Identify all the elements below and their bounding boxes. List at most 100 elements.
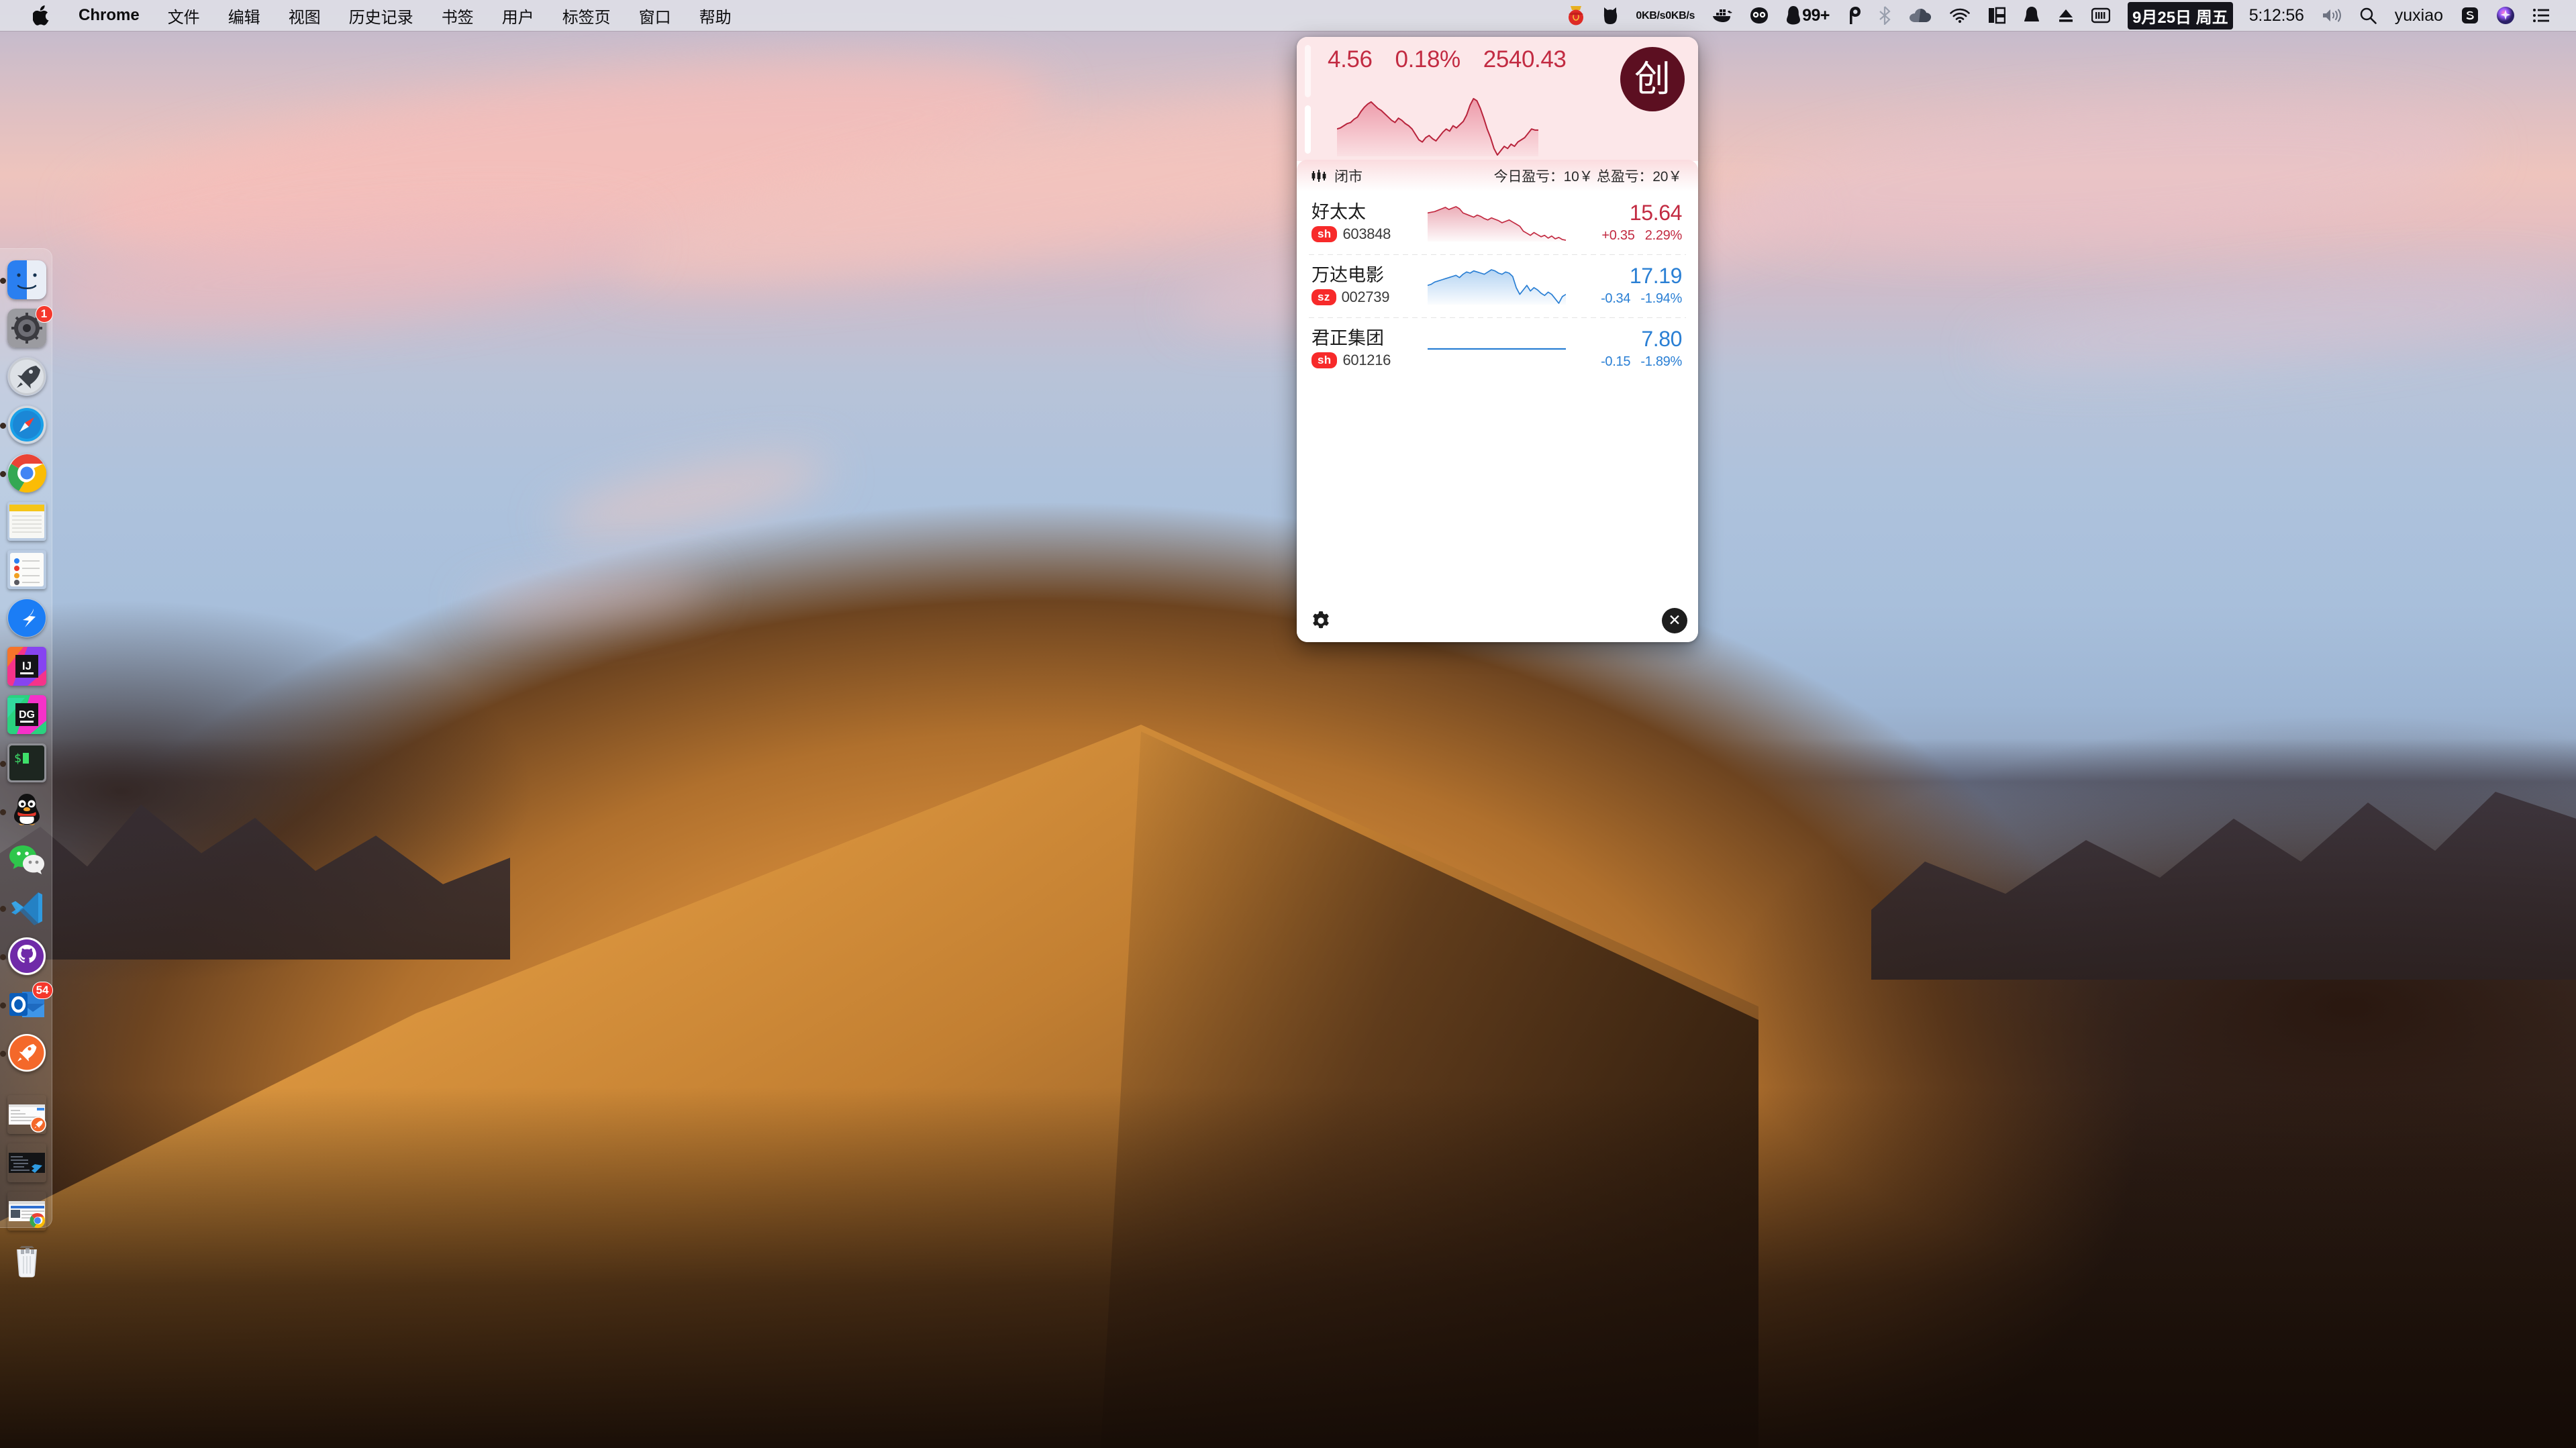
index-badge[interactable]: 创 bbox=[1620, 47, 1685, 111]
settings-button[interactable] bbox=[1309, 609, 1333, 633]
dock-item-datagrip[interactable]: DG bbox=[7, 695, 49, 737]
notification-badge: 99+ bbox=[1802, 5, 1830, 25]
onedrive-cloud-icon[interactable] bbox=[1900, 0, 1940, 31]
table-row[interactable]: 好太太 sh 603848 15.64 +0.35 2.29% bbox=[1297, 191, 1698, 254]
stock-widget[interactable]: 4.56 0.18% 2540.43 创 闭市 今日盈亏：10￥ 总盈亏：20￥… bbox=[1297, 37, 1698, 642]
dock-item-github-desktop[interactable] bbox=[0, 937, 49, 978]
svg-text:IJ: IJ bbox=[21, 660, 31, 672]
stock-quote: 15.64 +0.35 2.29% bbox=[1580, 202, 1682, 244]
bluetooth-icon[interactable] bbox=[1869, 0, 1900, 31]
dock-item-notes[interactable] bbox=[7, 502, 49, 544]
dock-item-system-preferences[interactable]: 1 bbox=[7, 305, 53, 350]
dock-item-postman[interactable] bbox=[0, 1033, 49, 1075]
baidu-netdisk-icon[interactable] bbox=[1838, 0, 1869, 31]
trash-icon bbox=[7, 1240, 46, 1279]
cloud-streak bbox=[1977, 250, 2576, 394]
menu-item-edit[interactable]: 编辑 bbox=[214, 0, 275, 31]
vscode-icon bbox=[7, 888, 46, 927]
cloud-streak bbox=[548, 441, 835, 552]
stock-code-line: sh 603848 bbox=[1311, 225, 1414, 243]
menu-item-history[interactable]: 历史记录 bbox=[335, 0, 428, 31]
eject-icon[interactable] bbox=[2049, 0, 2083, 31]
dock-item-vscode[interactable] bbox=[0, 888, 49, 930]
cloud-streak bbox=[36, 190, 648, 354]
dock-item-trash[interactable] bbox=[7, 1240, 49, 1282]
close-button[interactable]: ✕ bbox=[1662, 608, 1687, 633]
dock-item-terminal[interactable]: $ bbox=[0, 743, 49, 785]
black-cat-icon[interactable] bbox=[1593, 0, 1627, 31]
menu-bar-left: Chrome 文件 编辑 视图 历史记录 书签 用户 标签页 窗口 帮助 bbox=[0, 0, 746, 31]
dock-item-wechat[interactable] bbox=[7, 840, 49, 882]
index-change-percent: 0.18% bbox=[1395, 46, 1461, 72]
close-icon: ✕ bbox=[1668, 612, 1681, 629]
dock-item-finder[interactable] bbox=[0, 260, 49, 302]
chrome-icon bbox=[7, 454, 46, 493]
stock-list: 好太太 sh 603848 15.64 +0.35 2.29% 万达电影 sz … bbox=[1297, 191, 1698, 599]
owl-icon[interactable] bbox=[1741, 0, 1777, 31]
control-center-icon[interactable] bbox=[2524, 0, 2559, 31]
market-state: 闭市 bbox=[1311, 166, 1363, 186]
search-icon[interactable] bbox=[2350, 0, 2385, 31]
table-row[interactable]: 万达电影 sz 002739 17.19 -0.34 -1.94% bbox=[1297, 254, 1698, 317]
candlestick-icon bbox=[1311, 169, 1326, 182]
stock-price: 17.19 bbox=[1629, 264, 1682, 289]
checklist-icon bbox=[7, 550, 46, 589]
dock-minimized-vscode-window[interactable] bbox=[7, 1143, 49, 1185]
dock-item-chrome[interactable] bbox=[0, 454, 49, 495]
widget-footer: ✕ bbox=[1297, 599, 1698, 642]
stock-code: 002739 bbox=[1341, 289, 1390, 306]
volume-icon[interactable] bbox=[2313, 0, 2350, 31]
running-indicator bbox=[0, 278, 6, 284]
stock-name: 万达电影 bbox=[1311, 264, 1384, 285]
index-value: 2540.43 bbox=[1483, 46, 1567, 72]
dock-item-dingtalk[interactable] bbox=[7, 599, 49, 640]
dock-minimized-chrome-window[interactable] bbox=[7, 1192, 49, 1233]
menu-item-view[interactable]: 视图 bbox=[275, 0, 335, 31]
menu-item-bookmarks[interactable]: 书签 bbox=[428, 0, 488, 31]
username-label[interactable]: yuxiao bbox=[2385, 0, 2453, 31]
menu-item-profiles[interactable]: 用户 bbox=[488, 0, 548, 31]
stock-sparkline-002739 bbox=[1414, 265, 1580, 307]
dock-item-safari[interactable] bbox=[0, 405, 49, 447]
bell-icon[interactable] bbox=[2014, 0, 2049, 31]
menu-item-window[interactable]: 窗口 bbox=[625, 0, 685, 31]
dock-item-reminders[interactable] bbox=[7, 550, 49, 592]
dock-item-launchpad[interactable] bbox=[7, 357, 49, 399]
date-pill[interactable]: 9月25日 周五 bbox=[2119, 0, 2242, 31]
red-packet-icon[interactable] bbox=[1558, 0, 1593, 31]
index-header: 4.56 0.18% 2540.43 创 bbox=[1297, 37, 1698, 161]
stock-sparkline-603848 bbox=[1414, 202, 1580, 244]
scroll-indicator-lower[interactable] bbox=[1305, 105, 1311, 154]
stock-quote: 17.19 -0.34 -1.94% bbox=[1580, 265, 1682, 307]
penguin-qq-icon[interactable]: 99+ bbox=[1777, 0, 1838, 31]
docker-whale-icon[interactable] bbox=[1703, 0, 1741, 31]
menu-item-tab[interactable]: 标签页 bbox=[548, 0, 625, 31]
dock-item-intellij-idea[interactable]: IJ bbox=[7, 647, 49, 688]
table-row[interactable]: 君正集团 sh 601216 7.80 -0.15 -1.89% bbox=[1297, 317, 1698, 380]
menu-item-file[interactable]: 文件 bbox=[154, 0, 214, 31]
menu-app-name[interactable]: Chrome bbox=[64, 0, 154, 31]
dock-minimized-postman-window[interactable] bbox=[7, 1095, 49, 1137]
sogou-input-icon[interactable] bbox=[2453, 0, 2487, 31]
apple-logo-icon bbox=[33, 5, 49, 25]
stock-name: 好太太 bbox=[1311, 201, 1366, 222]
wifi-icon[interactable] bbox=[1940, 0, 1979, 31]
cloud-streak bbox=[1741, 81, 2487, 268]
apple-menu[interactable] bbox=[19, 0, 64, 31]
index-change: 4.56 bbox=[1328, 46, 1373, 72]
keyboard-input-icon[interactable] bbox=[2083, 0, 2119, 31]
stock-price: 7.80 bbox=[1641, 327, 1682, 352]
window-layout-icon[interactable] bbox=[1979, 0, 2014, 31]
clock[interactable]: 5:12:56 bbox=[2242, 0, 2313, 31]
window-postman-icon bbox=[7, 1095, 46, 1134]
scroll-indicator-upper[interactable] bbox=[1305, 45, 1311, 97]
foreground-shadow bbox=[0, 1087, 2576, 1448]
siri-icon[interactable] bbox=[2487, 0, 2524, 31]
menu-item-help[interactable]: 帮助 bbox=[685, 0, 746, 31]
running-indicator bbox=[0, 906, 6, 912]
dock-item-qq[interactable] bbox=[0, 792, 49, 833]
stock-change-percent: 2.29% bbox=[1644, 227, 1683, 243]
network-speed-icon[interactable]: 0KB/s 0KB/s bbox=[1627, 0, 1703, 31]
dock-badge: 1 bbox=[35, 305, 53, 323]
dock-item-outlook[interactable]: 54 bbox=[0, 982, 53, 1027]
